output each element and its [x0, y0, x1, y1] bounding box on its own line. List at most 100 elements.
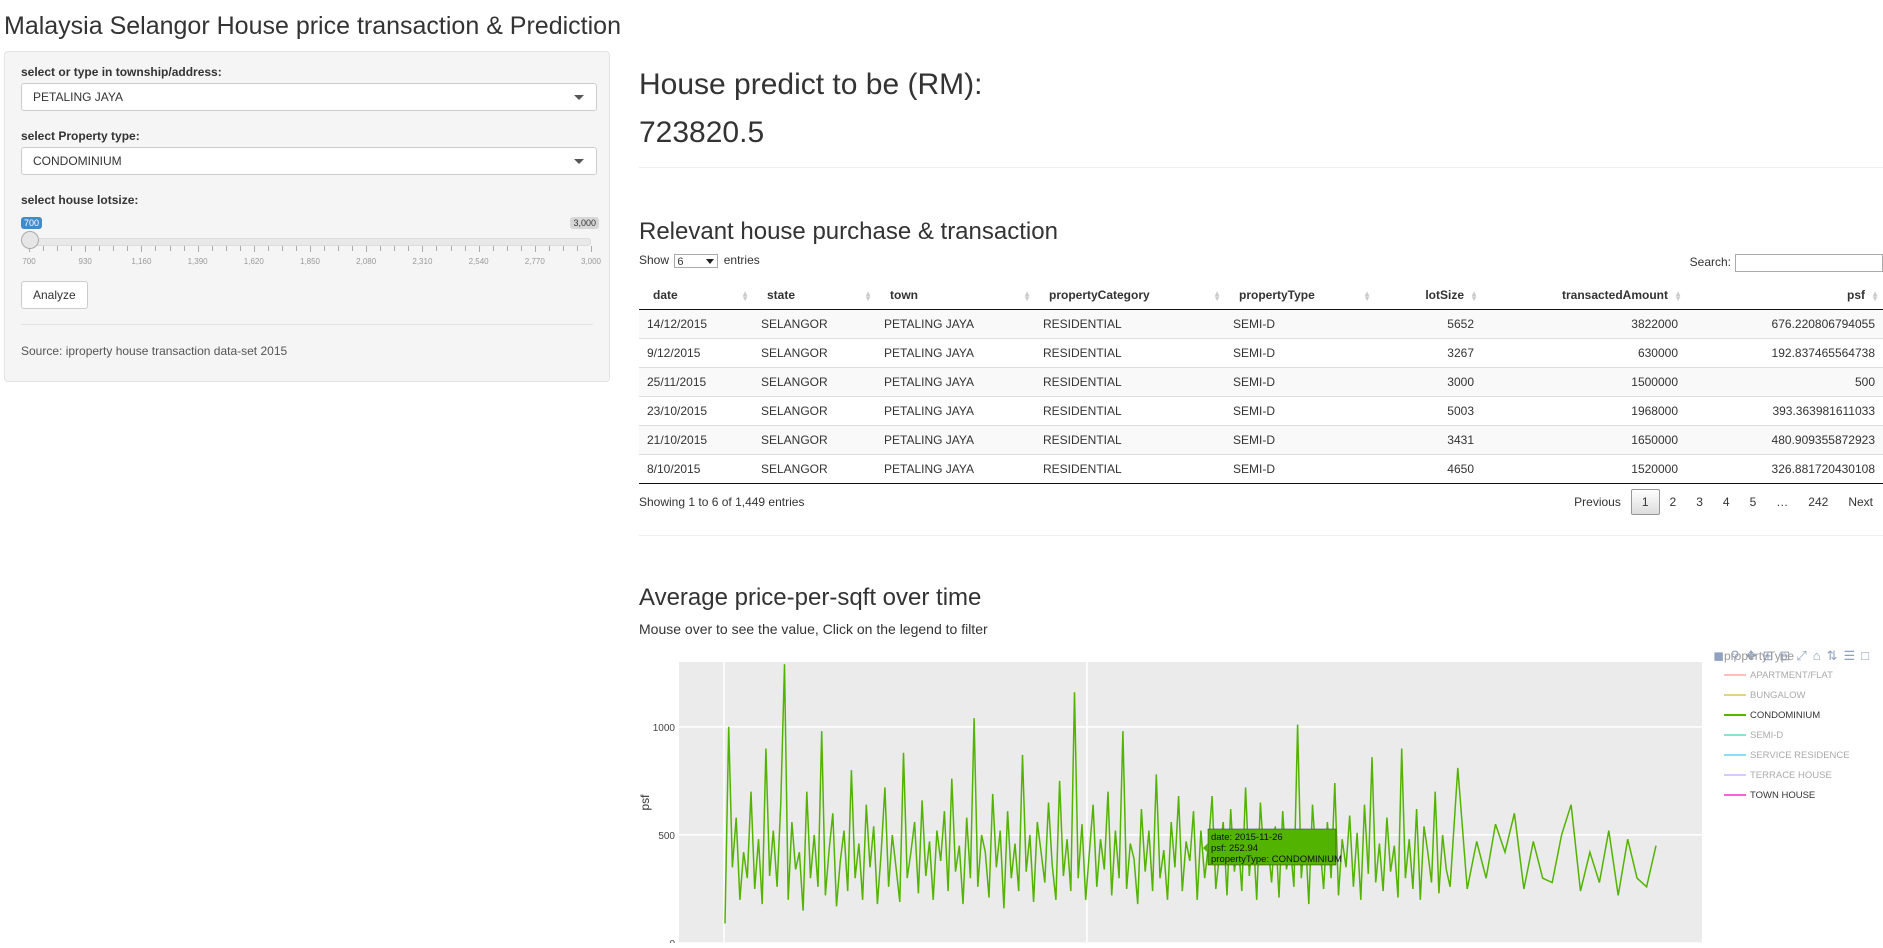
- cell-psf: 676.220806794055: [1686, 309, 1883, 339]
- column-header-date[interactable]: date ▲ ▼: [639, 281, 753, 310]
- search-input[interactable]: [1735, 254, 1883, 272]
- section-divider: [639, 535, 1883, 536]
- slider-tick: [253, 246, 255, 252]
- autoscale-icon[interactable]: ⤢: [1796, 648, 1806, 664]
- compare-data-icon[interactable]: ☰: [1843, 648, 1855, 664]
- property-type-label: select Property type:: [21, 129, 140, 143]
- chevron-down-icon: [706, 258, 715, 264]
- township-select[interactable]: PETALING JAYA: [21, 83, 597, 111]
- legend-item[interactable]: APARTMENT/FLAT: [1724, 670, 1833, 681]
- slider-tick: [450, 246, 452, 251]
- lotsize-slider[interactable]: 700 3,000 700 930 1,160 1,390 1,620 1,850 2,08…: [21, 217, 601, 267]
- legend-label: TOWN HOUSE: [1750, 790, 1815, 801]
- column-header-town[interactable]: town ▲ ▼: [876, 281, 1035, 310]
- property-type-select[interactable]: CONDOMINIUM: [21, 147, 597, 175]
- slider-tick: [380, 246, 382, 251]
- legend-item[interactable]: TERRACE HOUSE: [1724, 770, 1832, 781]
- cell-propertyType: SEMI-D: [1225, 367, 1375, 397]
- column-header-label: propertyCategory: [1049, 288, 1150, 302]
- column-header-transactedAmount[interactable]: transactedAmount ▲ ▼: [1482, 281, 1686, 310]
- slider-tick: [478, 246, 480, 252]
- slider-handle[interactable]: [21, 231, 39, 249]
- page-link-: …: [1776, 495, 1789, 509]
- slider-tick: [267, 246, 269, 251]
- cell-propertyCategory: RESIDENTIAL: [1035, 367, 1225, 397]
- entries-label: entries: [723, 253, 760, 267]
- column-header-propertyType[interactable]: propertyType ▲ ▼: [1225, 281, 1375, 310]
- cell-psf: 480.909355872923: [1686, 425, 1883, 455]
- slider-tick: [534, 246, 536, 252]
- column-header-state[interactable]: state ▲ ▼: [753, 281, 876, 310]
- township-select-value: PETALING JAYA: [33, 90, 124, 104]
- table-body: 14/12/2015 SELANGOR PETALING JAYA RESIDENTI…: [639, 309, 1883, 484]
- slider-tick: [408, 246, 410, 251]
- page-link-5[interactable]: 5: [1740, 489, 1767, 515]
- camera-icon[interactable]: ◼: [1713, 648, 1724, 664]
- cell-psf: 500: [1686, 367, 1883, 397]
- page-link-3[interactable]: 3: [1686, 489, 1713, 515]
- analyze-button[interactable]: Analyze: [21, 281, 88, 309]
- cell-propertyCategory: RESIDENTIAL: [1035, 425, 1225, 455]
- lotsize-label: select house lotsize:: [21, 193, 139, 207]
- cell-state: SELANGOR: [753, 454, 876, 484]
- cell-psf: 393.363981611033: [1686, 396, 1883, 426]
- cell-date: 9/12/2015: [639, 338, 753, 368]
- sort-icon: ▲ ▼: [1470, 289, 1478, 303]
- chart-subtitle: Mouse over to see the value, Click on th…: [639, 621, 988, 637]
- plotly-logo-icon[interactable]: □: [1861, 648, 1869, 664]
- page-link-242[interactable]: 242: [1798, 489, 1838, 515]
- slider-current-value: 700: [21, 217, 43, 229]
- cell-propertyType: SEMI-D: [1225, 396, 1375, 426]
- slider-tick: [576, 246, 578, 251]
- sidebar-panel: select or type in township/address: PETA…: [4, 51, 610, 382]
- slider-ticks: 700 930 1,160 1,390 1,620 1,850 2,080 2,310 2,54…: [22, 246, 601, 266]
- show-label: Show: [639, 253, 670, 267]
- sort-icon: ▲ ▼: [1213, 289, 1221, 303]
- table-row: 14/12/2015 SELANGOR PETALING JAYA RESIDENTI…: [639, 309, 1883, 339]
- source-text: Source: iproperty house transaction data…: [21, 344, 288, 358]
- slider-tick-label: 3,000: [580, 257, 602, 266]
- legend-item[interactable]: TOWN HOUSE: [1724, 790, 1815, 801]
- legend-item[interactable]: SEMI-D: [1724, 730, 1783, 741]
- property-type-select-value: CONDOMINIUM: [33, 154, 122, 168]
- entries-select[interactable]: 6: [674, 253, 719, 268]
- column-header-label: town: [890, 288, 918, 302]
- legend-item[interactable]: BUNGALOW: [1724, 690, 1805, 701]
- slider-tick: [520, 246, 522, 251]
- legend-item[interactable]: SERVICE RESIDENCE: [1724, 750, 1850, 761]
- plot-background: [679, 662, 1702, 943]
- table-row: 21/10/2015 SELANGOR PETALING JAYA RESIDENTI…: [639, 425, 1883, 455]
- cell-date: 23/10/2015: [639, 396, 753, 426]
- slider-tick: [352, 246, 354, 251]
- cell-lotSize: 5652: [1375, 309, 1482, 339]
- column-header-psf[interactable]: psf ▲ ▼: [1686, 281, 1883, 310]
- page-link-next[interactable]: Next: [1838, 489, 1883, 515]
- tooltip-text: propertyType: CONDOMINIUM: [1211, 854, 1342, 865]
- chart-heading: Average price-per-sqft over time: [639, 584, 982, 611]
- legend-item[interactable]: CONDOMINIUM: [1724, 710, 1820, 721]
- page-link-2[interactable]: 2: [1660, 489, 1687, 515]
- spike-lines-icon[interactable]: ⇅: [1827, 648, 1838, 664]
- slider-tick: [211, 246, 213, 251]
- slider-tick: [492, 246, 494, 251]
- column-header-propertyCategory[interactable]: propertyCategory ▲ ▼: [1035, 281, 1225, 310]
- chart-svg: 0 500 1000 psf date: 2015-11-26psf: 252.94pr…: [638, 662, 1850, 948]
- cell-lotSize: 3431: [1375, 425, 1482, 455]
- reset-axes-icon[interactable]: ⌂: [1813, 648, 1821, 664]
- column-header-lotSize[interactable]: lotSize ▲ ▼: [1375, 281, 1482, 310]
- page-link-previous[interactable]: Previous: [1564, 489, 1631, 515]
- sort-icon: ▲ ▼: [741, 289, 749, 303]
- page-link-1[interactable]: 1: [1630, 489, 1660, 515]
- slider-tick-label: 2,310: [412, 257, 433, 266]
- slider-tick: [113, 246, 115, 251]
- psf-line-chart[interactable]: ◼ ⚲ ✥ ⊞ ⊟ ⤢ ⌂ ⇅ ☰ □ propertyType 0500100…: [638, 642, 1883, 948]
- cell-town: PETALING JAYA: [876, 454, 1035, 484]
- cell-town: PETALING JAYA: [876, 309, 1035, 339]
- prediction-heading: House predict to be (RM):: [639, 68, 983, 101]
- slider-tick: [295, 246, 297, 251]
- cell-propertyCategory: RESIDENTIAL: [1035, 396, 1225, 426]
- page-link-4[interactable]: 4: [1713, 489, 1740, 515]
- pagination: Previous 1 2 3 4 5 … 242 Next: [1564, 489, 1883, 515]
- slider-track[interactable]: [29, 238, 591, 246]
- table-header-row: date ▲ ▼ state ▲ ▼ town ▲ ▼ propertyCategory ▲ ▼ pro…: [639, 281, 1883, 310]
